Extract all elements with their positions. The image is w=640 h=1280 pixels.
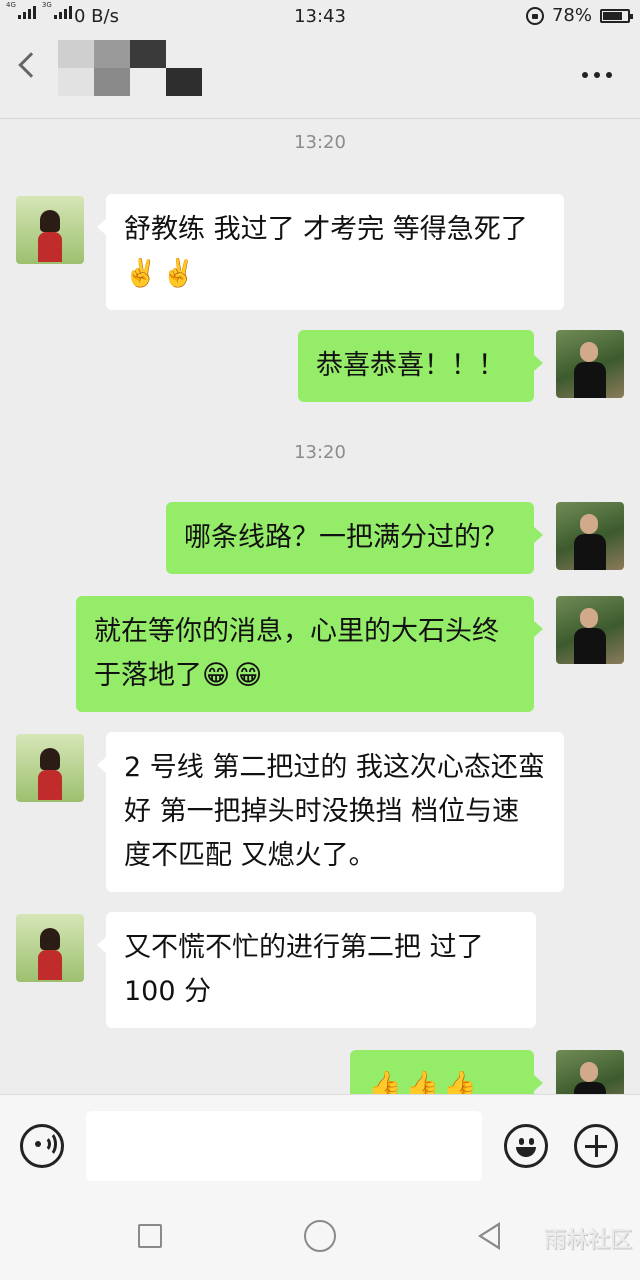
message-bubble-outgoing[interactable]: 👍👍👍👍 xyxy=(350,1050,543,1094)
mosaic-block xyxy=(94,40,130,68)
more-options-icon[interactable] xyxy=(582,72,612,78)
timestamp: 13:20 xyxy=(294,132,346,153)
message-list[interactable]: 13:20 舒教练 我过了 才考完 等得急死了 ✌️ ✌️ 恭喜恭喜！！！ 13:… xyxy=(0,118,640,1094)
watermark: 雨林社区 xyxy=(543,1228,632,1253)
timestamp: 13:20 xyxy=(294,442,346,463)
rotation-lock-icon xyxy=(525,6,544,25)
message-text: 2 号线 第二把过的 我这次心态还蛮好 第一把掉头时没换挡 档位与速度不匹配 又… xyxy=(124,752,545,871)
contact-avatar[interactable] xyxy=(16,196,84,264)
my-avatar[interactable] xyxy=(556,1050,624,1094)
grinning-emoji: 😁 xyxy=(202,660,231,691)
chat-header xyxy=(0,32,640,119)
status-bar: 4G 3G 0 B/s 13:43 78% xyxy=(0,0,640,32)
system-nav-bar: 雨林社区 xyxy=(0,1196,640,1280)
message-text: 就在等你的消息，心里的大石头终于落地了 xyxy=(94,616,499,691)
pixelated-contact-name xyxy=(58,40,274,96)
mosaic-block xyxy=(58,68,94,96)
contact-avatar[interactable] xyxy=(16,734,84,802)
mosaic-block xyxy=(202,68,238,96)
battery-percent: 78% xyxy=(551,5,592,26)
message-bubble-incoming[interactable]: 2 号线 第二把过的 我这次心态还蛮好 第一把掉头时没换挡 档位与速度不匹配 又… xyxy=(97,732,564,892)
my-avatar[interactable] xyxy=(556,502,624,570)
home-icon[interactable] xyxy=(304,1220,336,1252)
plus-icon[interactable] xyxy=(574,1124,618,1168)
message-bubble-incoming[interactable]: 舒教练 我过了 才考完 等得急死了 ✌️ ✌️ xyxy=(97,194,564,310)
mosaic-block xyxy=(166,68,202,96)
message-text: 又不慌不忙的进行第二把 过了100 分 xyxy=(124,932,484,1007)
thumbs-up-emoji: 👍 xyxy=(368,1070,402,1094)
message-text: 哪条线路？一把满分过的？ xyxy=(184,522,508,553)
mosaic-block xyxy=(238,68,274,96)
thumbs-up-emoji: 👍 xyxy=(405,1070,440,1094)
mosaic-block xyxy=(130,40,166,68)
message-bubble-outgoing[interactable]: 就在等你的消息，心里的大石头终于落地了😁 😁 xyxy=(76,596,543,712)
mosaic-block xyxy=(130,68,166,96)
message-bubble-outgoing[interactable]: 恭喜恭喜！！！ xyxy=(298,330,543,402)
grinning-emoji: 😁 xyxy=(234,660,263,691)
input-bar xyxy=(0,1094,640,1197)
recent-apps-icon[interactable] xyxy=(138,1224,162,1248)
mosaic-block xyxy=(166,40,202,68)
nav-back-icon[interactable] xyxy=(478,1222,500,1250)
mosaic-block xyxy=(58,40,94,68)
voice-icon[interactable] xyxy=(20,1124,64,1168)
mosaic-block xyxy=(238,40,274,68)
my-avatar[interactable] xyxy=(556,330,624,398)
message-input[interactable] xyxy=(86,1111,482,1181)
message-text: 恭喜恭喜！！！ xyxy=(316,350,505,381)
mosaic-block xyxy=(202,40,238,68)
victory-hand-emoji: ✌️ xyxy=(124,258,158,289)
thumbs-up-emoji: 👍 xyxy=(443,1070,477,1094)
back-arrow-icon[interactable] xyxy=(18,52,44,78)
my-avatar[interactable] xyxy=(556,596,624,664)
contact-avatar[interactable] xyxy=(16,914,84,982)
message-text: 舒教练 我过了 才考完 等得急死了 xyxy=(124,214,528,245)
message-bubble-outgoing[interactable]: 哪条线路？一把满分过的？ xyxy=(166,502,543,574)
message-bubble-incoming[interactable]: 又不慌不忙的进行第二把 过了100 分 xyxy=(97,912,536,1028)
mosaic-block xyxy=(94,68,130,96)
battery-icon xyxy=(600,8,633,23)
victory-hand-emoji: ✌️ xyxy=(161,258,196,289)
emoji-icon[interactable] xyxy=(504,1124,548,1168)
